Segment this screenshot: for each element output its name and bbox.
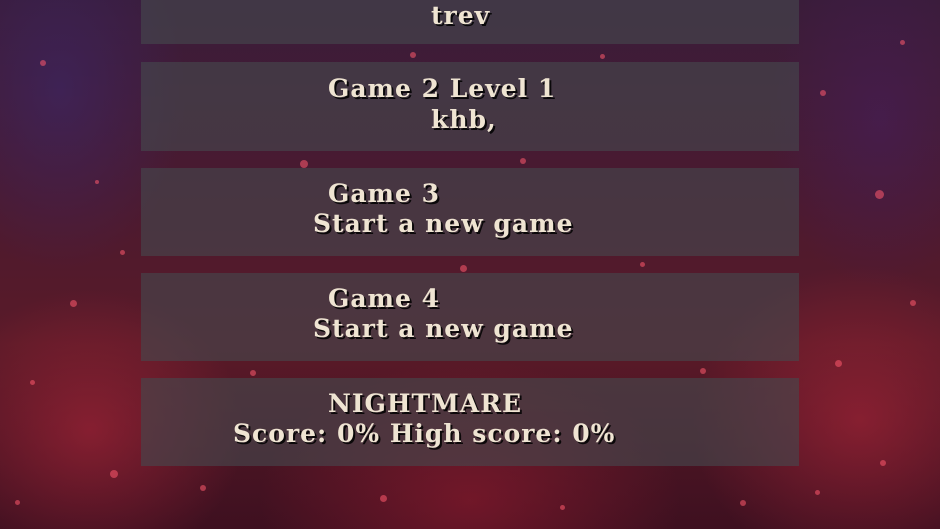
nightmare-title: NIGHTMARE — [328, 389, 523, 418]
save-slot-1-description: trev — [431, 1, 491, 30]
save-slot-3[interactable]: Game 3 Start a new game — [141, 168, 799, 256]
save-slot-2-title: Game 2 Level 1 — [328, 74, 557, 103]
save-slot-4-description: Start a new game — [313, 314, 574, 343]
save-slot-4-title: Game 4 — [328, 284, 441, 313]
nightmare-score-line: Score: 0% High score: 0% — [233, 419, 616, 448]
nightmare-slot[interactable]: NIGHTMARE Score: 0% High score: 0% — [141, 378, 799, 466]
save-slot-3-description: Start a new game — [313, 209, 574, 238]
save-slot-2[interactable]: Game 2 Level 1 khb, — [141, 62, 799, 151]
save-slot-3-title: Game 3 — [328, 179, 441, 208]
save-slot-4[interactable]: Game 4 Start a new game — [141, 273, 799, 361]
save-slot-2-description: khb, — [431, 105, 497, 134]
save-slot-1[interactable]: trev — [141, 0, 799, 44]
